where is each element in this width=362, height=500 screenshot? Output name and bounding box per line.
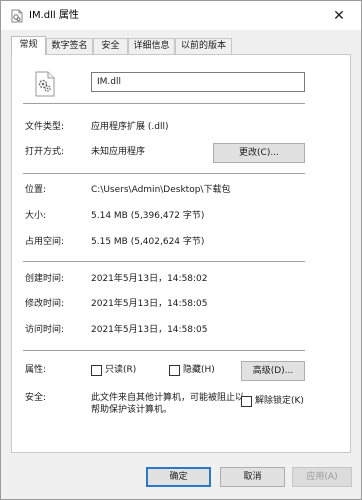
readonly-checkbox[interactable] [91, 365, 102, 376]
accessed-label: 访问时间: [25, 325, 65, 335]
unblock-checkbox[interactable] [241, 396, 252, 407]
location-value: C:\Users\Admin\Desktop\下载包 [91, 185, 231, 195]
tab-digital-signatures[interactable]: 数字签名 [46, 38, 93, 54]
apply-button[interactable]: 应用(A) [292, 467, 352, 487]
title-bar[interactable]: IM.dll 属性 ✕ [1, 1, 361, 30]
advanced-button[interactable]: 高级(D)... [241, 361, 305, 381]
divider [23, 350, 305, 351]
tab-security[interactable]: 安全 [93, 38, 128, 54]
close-icon[interactable]: ✕ [333, 8, 345, 24]
tab-details[interactable]: 详细信息 [128, 38, 175, 54]
accessed-value: 2021年5月13日，14:58:05 [91, 325, 208, 335]
general-panel: IM.dll 文件类型: 应用程序扩展 (.dll) 打开方式: 未知应用程序 … [11, 54, 351, 453]
tab-previous-versions[interactable]: 以前的版本 [175, 38, 232, 54]
tab-bar: 常规 数字签名 安全 详细信息 以前的版本 [11, 36, 351, 55]
properties-dialog: IM.dll 属性 ✕ 常规 数字签名 安全 详细信息 以前的版本 IM.dll… [0, 0, 362, 500]
created-value: 2021年5月13日，14:58:02 [91, 274, 208, 284]
open-with-value: 未知应用程序 [91, 147, 146, 157]
window-title: IM.dll 属性 [29, 10, 79, 21]
security-warning-text: 此文件来自其他计算机，可能被阻止以帮助保护该计算机。 [91, 393, 245, 415]
file-name-input[interactable]: IM.dll [91, 72, 305, 92]
divider [23, 261, 305, 262]
file-type-label: 文件类型: [25, 122, 65, 132]
created-label: 创建时间: [25, 274, 65, 284]
tab-general[interactable]: 常规 [11, 36, 46, 55]
size-label: 大小: [25, 211, 47, 221]
modified-value: 2021年5月13日，14:58:05 [91, 299, 208, 309]
unblock-label[interactable]: 解除锁定(K) [255, 395, 304, 407]
location-label: 位置: [25, 185, 47, 195]
security-label: 安全: [25, 393, 47, 403]
size-value: 5.14 MB (5,396,472 字节) [91, 211, 205, 221]
divider [23, 103, 305, 104]
close-button[interactable]: ✕ [317, 1, 361, 30]
ok-button[interactable]: 确定 [146, 467, 211, 487]
file-type-value: 应用程序扩展 (.dll) [91, 122, 169, 132]
change-button[interactable]: 更改(C)... [213, 143, 305, 163]
modified-label: 修改时间: [25, 299, 65, 309]
hidden-checkbox[interactable] [169, 365, 180, 376]
size-on-disk-value: 5.15 MB (5,402,624 字节) [91, 237, 205, 247]
size-on-disk-label: 占用空间: [25, 237, 65, 247]
readonly-label[interactable]: 只读(R) [105, 364, 136, 376]
cancel-button[interactable]: 取消 [220, 467, 285, 487]
open-with-label: 打开方式: [25, 147, 65, 157]
dll-file-icon [10, 9, 24, 23]
hidden-label[interactable]: 隐藏(H) [183, 364, 215, 376]
attributes-label: 属性: [25, 365, 47, 375]
divider [23, 173, 305, 174]
file-type-icon [34, 71, 56, 97]
